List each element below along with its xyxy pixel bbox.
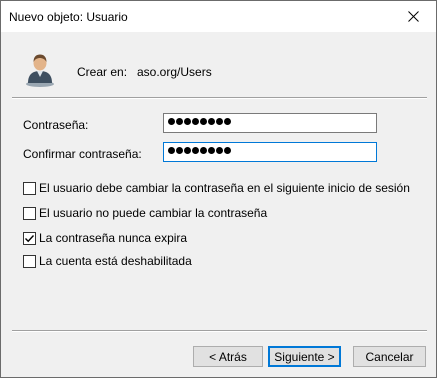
password-dot — [184, 147, 191, 154]
password-label: Contraseña: — [23, 118, 89, 132]
password-field[interactable] — [163, 113, 377, 133]
password-dot — [184, 118, 191, 125]
password-dot — [192, 118, 199, 125]
footer-separator — [12, 330, 427, 332]
title-bar: Nuevo objeto: Usuario — [1, 1, 436, 32]
password-dot — [200, 147, 207, 154]
create-in-path: aso.org/Users — [137, 65, 212, 79]
password-dot — [224, 118, 231, 125]
password-dot — [168, 118, 175, 125]
confirm-password-field[interactable] — [163, 142, 377, 162]
password-dot — [216, 118, 223, 125]
password-dot — [224, 147, 231, 154]
dialog-window: Nuevo objeto: Usuario Crear en: aso.org/… — [0, 0, 437, 378]
cannot-change-password-label: El usuario no puede cambiar la contraseñ… — [39, 206, 268, 220]
next-button[interactable]: Siguiente > — [268, 346, 341, 367]
password-dot — [200, 118, 207, 125]
password-dot — [192, 147, 199, 154]
password-never-expires-checkbox[interactable] — [23, 231, 36, 245]
window-title: Nuevo objeto: Usuario — [9, 10, 128, 24]
account-disabled-label: La cuenta está deshabilitada — [39, 254, 192, 268]
close-icon — [407, 11, 419, 22]
must-change-password-label: El usuario debe cambiar la contraseña en… — [39, 181, 410, 195]
password-dot — [208, 118, 215, 125]
header-separator — [12, 97, 427, 99]
user-avatar-icon — [26, 54, 54, 87]
password-dot — [216, 147, 223, 154]
password-dot — [168, 147, 175, 154]
confirm-password-label: Confirmar contraseña: — [23, 147, 142, 161]
cancel-button[interactable]: Cancelar — [353, 346, 426, 367]
account-disabled-checkbox[interactable] — [23, 254, 36, 268]
password-mask — [168, 118, 231, 125]
must-change-password-checkbox[interactable] — [23, 181, 36, 195]
checkmark-icon — [25, 234, 35, 242]
create-in-label: Crear en: — [77, 65, 128, 79]
option-cannot-change-password[interactable]: El usuario no puede cambiar la contraseñ… — [23, 206, 267, 220]
option-password-never-expires[interactable]: La contraseña nunca expira — [23, 231, 187, 245]
back-button[interactable]: < Atrás — [193, 346, 263, 367]
password-dot — [208, 147, 215, 154]
close-button[interactable] — [390, 1, 436, 32]
password-dot — [176, 147, 183, 154]
cannot-change-password-checkbox[interactable] — [23, 206, 36, 220]
password-never-expires-label: La contraseña nunca expira — [39, 231, 188, 245]
option-must-change-password[interactable]: El usuario debe cambiar la contraseña en… — [23, 181, 410, 195]
option-account-disabled[interactable]: La cuenta está deshabilitada — [23, 254, 192, 268]
password-dot — [176, 118, 183, 125]
confirm-password-mask — [168, 147, 231, 154]
